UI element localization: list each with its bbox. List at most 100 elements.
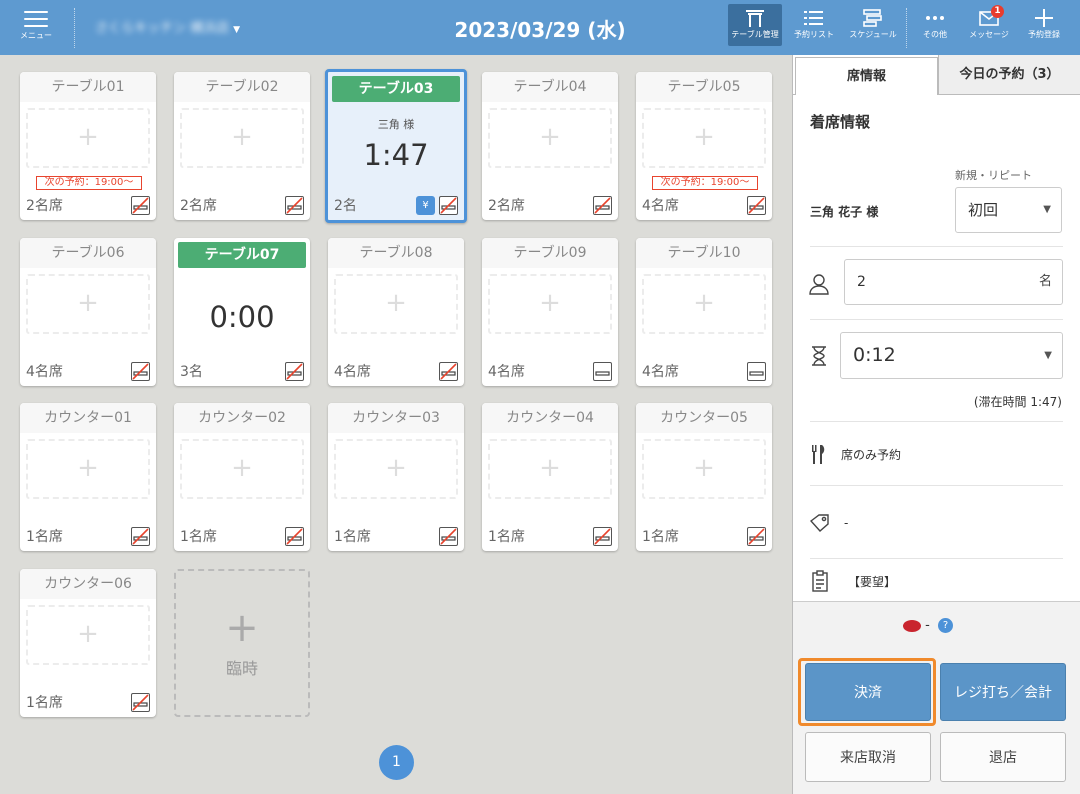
more-button[interactable]: その他 (908, 4, 962, 46)
duration-value: 0:12 (853, 344, 896, 366)
duration-select[interactable]: 0:12 ▼ (840, 332, 1063, 379)
empty-slot[interactable]: + (488, 274, 612, 334)
table-card[interactable]: カウンター05 +1名席 (636, 403, 772, 551)
message-count-badge: 1 (991, 5, 1004, 18)
table-card[interactable]: テーブル06 +4名席 (20, 238, 156, 386)
plus-icon: + (231, 453, 253, 483)
schedule-label: スケジュール (849, 30, 897, 39)
current-date[interactable]: 2023/03/29 (水) (440, 14, 640, 43)
table-name: テーブル05 (636, 72, 772, 102)
table-management-button[interactable]: テーブル管理 (728, 4, 782, 46)
divider (810, 246, 1063, 247)
empty-slot[interactable]: + (334, 439, 458, 499)
party-size-unit: 名 (1038, 274, 1052, 289)
pay-button[interactable]: 決済 (805, 663, 931, 721)
table-card[interactable]: テーブル01 + 次の予約：19:00〜 2名席 (20, 72, 156, 220)
seat-info-panel: 席情報 今日の予約（3） 着席情報 新規・リピート 三角 花子 様 初回 ▼ 2… (792, 55, 1080, 794)
plus-icon: + (693, 453, 715, 483)
empty-slot[interactable]: + (26, 108, 150, 168)
page-indicator[interactable]: 1 (379, 745, 414, 780)
table-card[interactable]: カウンター03 +1名席 (328, 403, 464, 551)
new-reservation-label: 予約登録 (1028, 30, 1060, 39)
table-card[interactable]: テーブル08 +4名席 (328, 238, 464, 386)
elapsed-time: 0:00 (209, 300, 275, 334)
hamburger-icon (24, 11, 48, 27)
memo-text: 【要望】 (848, 575, 897, 589)
empty-slot[interactable]: + (180, 108, 304, 168)
plus-icon: + (385, 288, 407, 318)
empty-slot[interactable]: + (26, 274, 150, 334)
schedule-button[interactable]: スケジュール (846, 4, 900, 46)
no-smoking-icon (131, 693, 150, 712)
plus-icon: + (77, 122, 99, 152)
seat-count: 2名席 (488, 198, 525, 214)
smoking-icon (593, 362, 612, 381)
table-card[interactable]: カウンター01 +1名席 (20, 403, 156, 551)
table-card[interactable]: テーブル02 +2名席 (174, 72, 310, 220)
table-name: カウンター03 (328, 403, 464, 433)
table-card[interactable]: テーブル07 0:00 3名 (174, 238, 310, 386)
table-name: テーブル08 (328, 238, 464, 268)
table-name: テーブル09 (482, 238, 618, 268)
table-name: テーブル10 (636, 238, 772, 268)
table-card[interactable]: カウンター04 +1名席 (482, 403, 618, 551)
empty-slot[interactable]: + (642, 274, 766, 334)
seat-count: 4名席 (642, 198, 679, 214)
table-name: カウンター06 (20, 569, 156, 599)
menu-button[interactable]: メニュー (10, 8, 62, 48)
caret-down-icon: ▼ (1044, 350, 1052, 361)
header-divider (906, 8, 907, 48)
seat-count: 4名席 (26, 364, 63, 380)
temporary-table-label: 臨時 (225, 659, 258, 678)
clipboard-icon (812, 570, 828, 592)
new-reservation-button[interactable]: 予約登録 (1017, 4, 1071, 46)
seat-count: 4名席 (642, 364, 679, 380)
empty-slot[interactable]: + (642, 439, 766, 499)
table-card[interactable]: テーブル03 三角 様 1:47 2名 ¥ (325, 69, 467, 223)
table-card[interactable]: テーブル04 +2名席 (482, 72, 618, 220)
party-size-value: 2 (857, 274, 866, 290)
empty-slot[interactable]: + (26, 439, 150, 499)
table-card[interactable]: テーブル05 + 次の予約：19:00〜 4名席 (636, 72, 772, 220)
help-icon[interactable]: ? (937, 618, 953, 633)
divider (810, 485, 1063, 486)
smoking-icon (747, 362, 766, 381)
points-value: - (925, 618, 930, 633)
tab-seat-info[interactable]: 席情報 (795, 57, 938, 95)
tab-todays-reservations[interactable]: 今日の予約（3） (938, 55, 1080, 94)
table-name: テーブル07 (178, 242, 306, 268)
table-grid: テーブル01 + 次の予約：19:00〜 2名席 テーブル02 +2名席 テーブル03 三角 … (0, 55, 792, 794)
table-card[interactable]: テーブル10 +4名席 (636, 238, 772, 386)
empty-slot[interactable]: + (26, 605, 150, 665)
store-selector[interactable]: さくらキッチン 横浜店 ▼ (95, 17, 240, 36)
reservation-list-button[interactable]: 予約リスト (787, 4, 841, 46)
table-card[interactable]: テーブル09 +4名席 (482, 238, 618, 386)
table-card[interactable]: カウンター06 +1名席 (20, 569, 156, 717)
plus-icon: + (693, 122, 715, 152)
table-name: カウンター02 (174, 403, 310, 433)
seat-count: 1名席 (180, 529, 217, 545)
more-icon (926, 16, 944, 20)
seat-count: 1名席 (26, 695, 63, 711)
cancel-visit-button[interactable]: 来店取消 (805, 732, 931, 782)
next-reservation-label: 次の予約：19:00〜 (36, 176, 142, 190)
table-name: カウンター05 (636, 403, 772, 433)
empty-slot[interactable]: + (488, 108, 612, 168)
register-checkout-button[interactable]: レジ打ち／会計 (940, 663, 1066, 721)
visit-type-select[interactable]: 初回 ▼ (955, 187, 1062, 233)
message-button[interactable]: 1 メッセージ (962, 4, 1016, 46)
seat-count: 2名 (334, 198, 357, 214)
list-icon (804, 11, 823, 25)
party-size-input[interactable]: 2 名 (844, 259, 1063, 305)
plus-icon: + (539, 122, 561, 152)
leave-button[interactable]: 退店 (940, 732, 1066, 782)
person-icon (809, 274, 829, 295)
empty-slot[interactable]: + (334, 274, 458, 334)
empty-slot[interactable]: + (488, 439, 612, 499)
empty-slot[interactable]: + (642, 108, 766, 168)
empty-slot[interactable]: + (180, 439, 304, 499)
table-card[interactable]: カウンター02 +1名席 (174, 403, 310, 551)
message-label: メッセージ (969, 30, 1009, 39)
divider (810, 319, 1063, 320)
temporary-table-button[interactable]: + 臨時 (174, 569, 310, 717)
